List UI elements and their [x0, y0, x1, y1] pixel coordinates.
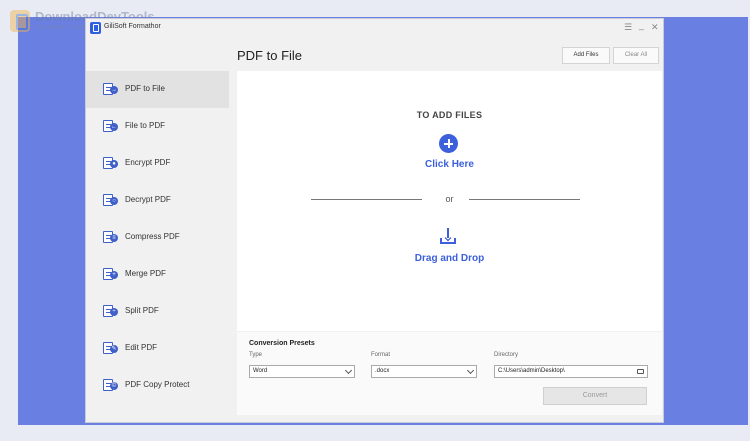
- format-label: Format: [371, 352, 391, 358]
- sidebar-item-label: PDF to File: [125, 84, 166, 93]
- watermark-logo-icon: [10, 10, 30, 32]
- app-logo-icon: [90, 22, 101, 34]
- chevron-down-icon: [344, 366, 353, 375]
- folder-icon[interactable]: [637, 369, 644, 374]
- sidebar-item-label: Compress PDF: [125, 232, 180, 241]
- sidebar-item-pdf-copy-protect[interactable]: © PDF Copy Protect: [86, 367, 229, 404]
- or-separator: or: [445, 194, 454, 204]
- sidebar: → PDF to File ← File to PDF ● Encrypt PD…: [86, 71, 229, 404]
- divider-right: [469, 199, 580, 200]
- add-files-button[interactable]: Add Files: [562, 47, 610, 64]
- directory-field[interactable]: C:\Users\admin\Desktop\: [494, 365, 648, 378]
- sidebar-item-label: File to PDF: [125, 121, 166, 130]
- sidebar-item-edit-pdf[interactable]: ✎ Edit PDF: [86, 330, 229, 367]
- encrypt-icon: ●: [103, 157, 118, 169]
- drop-zone[interactable]: TO ADD FILES Click Here or Drag and Drop: [237, 71, 662, 331]
- type-select-value: Word: [253, 368, 268, 374]
- sidebar-item-file-to-pdf[interactable]: ← File to PDF: [86, 108, 229, 145]
- merge-icon: +: [103, 268, 118, 280]
- minimize-button[interactable]: _: [639, 20, 644, 30]
- page-title: PDF to File: [237, 48, 303, 63]
- click-here-link[interactable]: Click Here: [237, 159, 662, 170]
- sidebar-item-label: PDF Copy Protect: [125, 380, 190, 389]
- add-circle-icon[interactable]: [439, 134, 458, 153]
- format-select[interactable]: .docx: [371, 365, 477, 378]
- menu-icon[interactable]: ☰: [624, 22, 632, 32]
- sidebar-item-label: Decrypt PDF: [125, 195, 171, 204]
- copy-protect-icon: ©: [103, 379, 118, 391]
- file-to-pdf-icon: ←: [103, 120, 118, 132]
- download-icon: [439, 227, 457, 245]
- format-select-value: .docx: [375, 368, 390, 374]
- split-icon: ÷: [103, 305, 118, 317]
- close-button[interactable]: ✕: [651, 22, 659, 32]
- drop-zone-heading: TO ADD FILES: [416, 110, 483, 120]
- sidebar-item-decrypt-pdf[interactable]: ○ Decrypt PDF: [86, 182, 229, 219]
- directory-label: Directory: [494, 352, 519, 358]
- convert-button[interactable]: Convert: [543, 387, 647, 405]
- directory-value: C:\Users\admin\Desktop\: [498, 368, 565, 374]
- decrypt-icon: ○: [103, 194, 118, 206]
- app-title: GiliSoft Formathor: [104, 23, 161, 30]
- sidebar-item-split-pdf[interactable]: ÷ Split PDF: [86, 293, 229, 330]
- sidebar-item-merge-pdf[interactable]: + Merge PDF: [86, 256, 229, 293]
- edit-icon: ✎: [103, 342, 118, 354]
- sidebar-item-label: Merge PDF: [125, 269, 166, 278]
- conversion-presets-panel: Conversion Presets Type Format Directory…: [237, 332, 662, 415]
- title-bar: GiliSoft Formathor ☰ _ ✕: [86, 19, 663, 37]
- sidebar-item-label: Split PDF: [125, 306, 159, 315]
- sidebar-item-label: Encrypt PDF: [125, 158, 171, 167]
- clear-all-button[interactable]: Clear All: [613, 47, 659, 64]
- sidebar-item-encrypt-pdf[interactable]: ● Encrypt PDF: [86, 145, 229, 182]
- type-select[interactable]: Word: [249, 365, 355, 378]
- compress-icon: ≡: [103, 231, 118, 243]
- app-window: GiliSoft Formathor ☰ _ ✕ → PDF to File ←…: [85, 18, 664, 423]
- drag-drop-label: Drag and Drop: [414, 253, 485, 264]
- pdf-to-file-icon: →: [103, 83, 118, 95]
- chevron-down-icon: [466, 366, 475, 375]
- presets-title: Conversion Presets: [249, 340, 315, 347]
- sidebar-item-compress-pdf[interactable]: ≡ Compress PDF: [86, 219, 229, 256]
- sidebar-item-label: Edit PDF: [125, 343, 158, 352]
- type-label: Type: [249, 352, 263, 358]
- sidebar-item-pdf-to-file[interactable]: → PDF to File: [86, 71, 229, 108]
